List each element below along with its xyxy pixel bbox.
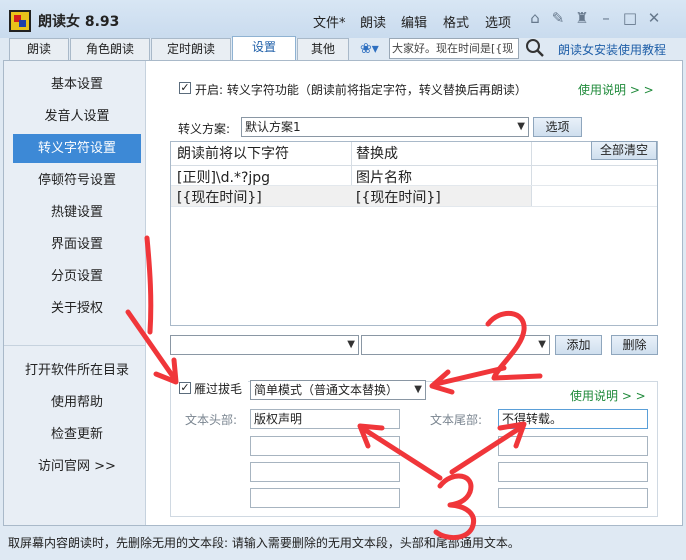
filter-mode-value: 简单模式（普通文本替换） bbox=[254, 383, 399, 397]
head-text-label: 文本头部: bbox=[185, 413, 238, 427]
add-rule-button[interactable]: 添加 bbox=[555, 335, 602, 355]
delete-rule-button[interactable]: 删除 bbox=[611, 335, 658, 355]
search-input[interactable]: 大家好。现在时间是[{现 bbox=[389, 38, 519, 59]
tab-settings[interactable]: 设置 bbox=[232, 36, 296, 61]
filter-mode-select[interactable]: 简单模式（普通文本替换） ▼ bbox=[250, 380, 426, 400]
menu-read[interactable]: 朗读 bbox=[360, 12, 386, 31]
sidebar-item-escape-chars[interactable]: 转义字符设置 bbox=[13, 134, 141, 163]
tail-text-input-3[interactable] bbox=[498, 462, 648, 482]
scheme-select[interactable]: 默认方案1 ▼ bbox=[241, 117, 529, 137]
sidebar-open-folder[interactable]: 打开软件所在目录 bbox=[13, 356, 141, 385]
sidebar-item-license[interactable]: 关于授权 bbox=[13, 294, 141, 323]
status-text: 取屏幕内容朗读时，先删除无用的文本段: 请输入需要删除的无用文本段，头部和尾部通… bbox=[8, 536, 520, 550]
chevron-down-icon: ▼ bbox=[517, 121, 525, 132]
tab-other[interactable]: 其他 bbox=[297, 38, 349, 61]
tail-text-input-4[interactable] bbox=[498, 488, 648, 508]
tab-timed-read[interactable]: 定时朗读 bbox=[151, 38, 231, 61]
rule-replace-cell[interactable]: [{现在时间}] bbox=[356, 187, 441, 207]
tail-text-label: 文本尾部: bbox=[430, 413, 483, 427]
menu-options[interactable]: 选项 bbox=[485, 12, 511, 31]
sidebar-divider bbox=[4, 345, 146, 346]
head-text-input-2[interactable] bbox=[250, 436, 400, 456]
sidebar-help[interactable]: 使用帮助 bbox=[13, 388, 141, 417]
sidebar-item-pause-symbols[interactable]: 停顿符号设置 bbox=[13, 166, 141, 195]
app-title: 朗读女 8.93 bbox=[38, 14, 120, 30]
escape-help-link[interactable]: 使用说明 > > bbox=[578, 81, 654, 98]
column-header-replace[interactable]: 替换成 bbox=[356, 143, 398, 163]
chevron-down-icon: ▼ bbox=[538, 339, 546, 350]
head-text-input-1[interactable]: 版权声明 bbox=[250, 409, 400, 429]
list-column-divider bbox=[531, 142, 532, 206]
tail-text-input-2[interactable] bbox=[498, 436, 648, 456]
tools-icon[interactable]: ✎ bbox=[549, 9, 567, 27]
clear-all-button[interactable]: 全部清空 bbox=[591, 141, 657, 160]
scheme-select-value: 默认方案1 bbox=[245, 120, 301, 134]
sidebar-item-interface[interactable]: 界面设置 bbox=[13, 230, 141, 259]
menu-edit[interactable]: 编辑 bbox=[401, 12, 427, 31]
sidebar-item-hotkeys[interactable]: 热键设置 bbox=[13, 198, 141, 227]
source-input-combo[interactable]: ▼ bbox=[170, 335, 359, 355]
enable-escape-checkbox[interactable]: ✓ bbox=[179, 82, 191, 94]
list-header-divider bbox=[171, 165, 657, 166]
tab-role-read[interactable]: 角色朗读 bbox=[70, 38, 150, 61]
home-icon[interactable]: ⌂ bbox=[526, 9, 544, 27]
replace-input-combo[interactable]: ▼ bbox=[361, 335, 550, 355]
maximize-icon[interactable]: □ bbox=[621, 9, 639, 27]
filter-checkbox[interactable]: ✓ bbox=[179, 382, 191, 394]
minimize-icon[interactable]: – bbox=[597, 9, 615, 27]
enable-escape-label: 开启: 转义字符功能（朗读前将指定字符，转义替换后再朗读） bbox=[195, 83, 527, 97]
rule-source-cell[interactable]: [正则]\d.*?jpg bbox=[177, 167, 270, 187]
filter-help-link[interactable]: 使用说明 > > bbox=[570, 387, 646, 404]
head-text-input-4[interactable] bbox=[250, 488, 400, 508]
row-divider bbox=[171, 206, 657, 207]
filter-label: 雁过拔毛 bbox=[194, 382, 243, 396]
menu-file[interactable]: 文件* bbox=[313, 12, 346, 31]
chevron-down-icon: ▼ bbox=[347, 339, 355, 350]
close-icon[interactable]: ✕ bbox=[645, 9, 663, 27]
app-logo-icon bbox=[9, 10, 31, 32]
sidebar-item-basic[interactable]: 基本设置 bbox=[13, 70, 141, 99]
shirt-icon[interactable]: ♜ bbox=[573, 9, 591, 27]
column-header-source[interactable]: 朗读前将以下字符 bbox=[177, 143, 289, 163]
rule-source-cell[interactable]: [{现在时间}] bbox=[177, 187, 262, 207]
search-icon[interactable] bbox=[524, 37, 546, 59]
scheme-options-button[interactable]: 选项 bbox=[533, 117, 582, 137]
chevron-down-icon: ▼ bbox=[414, 384, 422, 395]
rule-replace-cell[interactable]: 图片名称 bbox=[356, 167, 412, 187]
sidebar-item-pagination[interactable]: 分页设置 bbox=[13, 262, 141, 291]
sidebar-check-update[interactable]: 检查更新 bbox=[13, 420, 141, 449]
menu-format[interactable]: 格式 bbox=[443, 12, 469, 31]
head-text-input-3[interactable] bbox=[250, 462, 400, 482]
tail-text-input-1[interactable]: 不得转载。 bbox=[498, 409, 648, 429]
paw-icon[interactable]: ❀▾ bbox=[360, 40, 379, 58]
install-tutorial-link[interactable]: 朗读女安装使用教程 bbox=[558, 41, 666, 58]
tab-read[interactable]: 朗读 bbox=[9, 38, 69, 61]
scheme-label: 转义方案: bbox=[178, 122, 231, 136]
sidebar-item-voice[interactable]: 发音人设置 bbox=[13, 102, 141, 131]
sidebar-visit-site[interactable]: 访问官网 >> bbox=[13, 452, 141, 481]
